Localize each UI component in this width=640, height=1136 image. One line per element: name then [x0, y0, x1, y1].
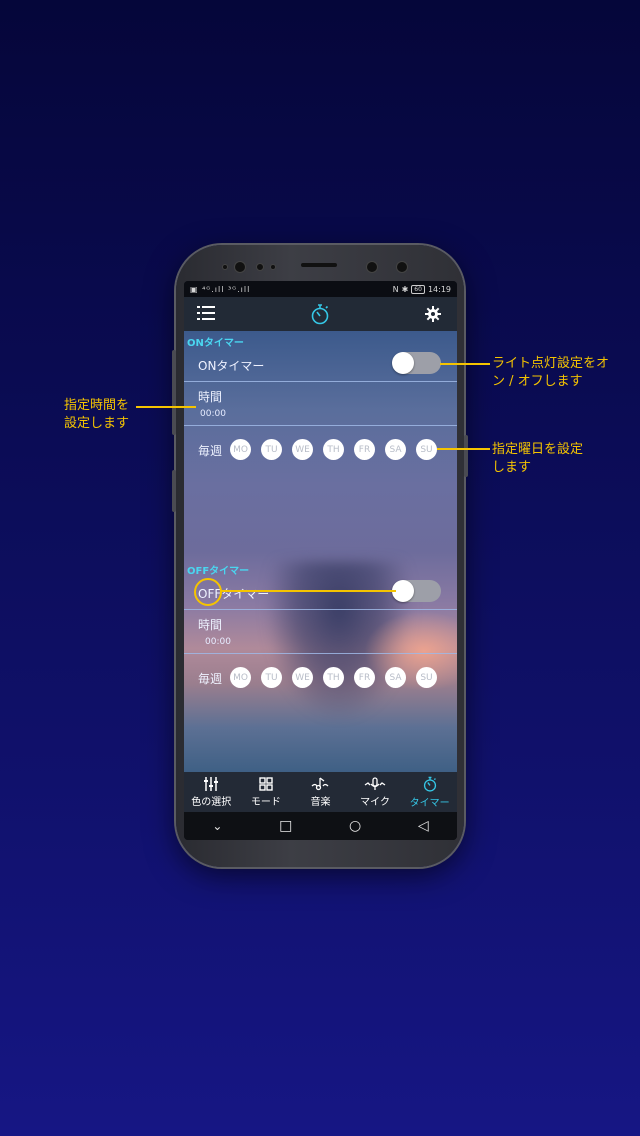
circle-home-icon[interactable]: ○	[349, 818, 361, 834]
divider	[184, 381, 457, 382]
on-timer-toggle[interactable]	[392, 352, 441, 374]
annotation-text: します	[492, 460, 532, 475]
off-timer-time-label: 時間	[198, 618, 223, 632]
annotation-line-weekday	[437, 448, 490, 450]
microphone-icon	[364, 776, 386, 790]
stopwatch-icon	[423, 776, 436, 792]
nav-color-select[interactable]: 色の選択	[184, 772, 239, 812]
signal-icons: ▣ ⁴ᴳ.ıll ³ᴳ.ıll	[190, 284, 251, 294]
status-right: N ✱ 60 14:19	[392, 284, 451, 294]
bixby-button	[172, 470, 176, 512]
annotation-line-toggle	[440, 363, 490, 365]
off-day-th[interactable]: TH	[323, 667, 344, 688]
volume-button	[172, 350, 176, 435]
sensor-dot	[256, 263, 264, 271]
on-day-su[interactable]: SU	[416, 439, 437, 460]
sensor-dot	[270, 264, 276, 270]
divider	[184, 609, 457, 610]
off-day-su[interactable]: SU	[416, 667, 437, 688]
app-bar	[184, 297, 457, 331]
list-icon[interactable]	[197, 305, 215, 321]
on-timer-day-selector: MO TU WE TH FR SA SU	[230, 439, 437, 460]
battery-icon: 60	[411, 284, 425, 294]
nav-music[interactable]: 音楽	[293, 772, 348, 812]
off-timer-weekly-label: 毎週	[198, 672, 223, 686]
annotation-text: ライト点灯設定をオ	[492, 356, 610, 371]
bottom-navigation: 色の選択 モード 音楽 マイク タイマー	[184, 772, 457, 812]
annotation-text: 指定曜日を設定	[492, 442, 584, 457]
divider	[184, 425, 457, 426]
gear-icon[interactable]	[425, 306, 441, 322]
nav-label: 色の選択	[191, 796, 232, 808]
on-day-sa[interactable]: SA	[385, 439, 406, 460]
music-icon	[312, 776, 329, 790]
nav-label: タイマー	[409, 797, 450, 809]
nfc-icon: N	[392, 284, 399, 294]
annotation-toggle: ライト点灯設定をオ ン / オフします	[492, 355, 609, 391]
off-timer-day-selector: MO TU WE TH FR SA SU	[230, 667, 437, 688]
off-timer-section-title: OFFタイマー	[187, 566, 250, 577]
toggle-knob	[392, 352, 414, 374]
on-day-fr[interactable]: FR	[354, 439, 375, 460]
annotation-line-off-toggle	[220, 590, 396, 592]
power-button	[464, 435, 468, 477]
on-timer-time-value: 00:00	[200, 409, 226, 419]
annotation-time: 指定時間を 設定します	[64, 397, 129, 433]
off-timer-time-value: 00:00	[205, 637, 231, 647]
phone-screen: ▣ ⁴ᴳ.ıll ³ᴳ.ıll N ✱ 60 14:19 ONタイマー ONタイ…	[184, 281, 457, 840]
off-day-mo[interactable]: MO	[230, 667, 251, 688]
off-day-fr[interactable]: FR	[354, 667, 375, 688]
iris-sensor	[396, 261, 408, 273]
nav-microphone[interactable]: マイク	[348, 772, 403, 812]
highlight-circle	[194, 578, 222, 606]
grid-icon	[259, 776, 273, 791]
phone-top-bezel	[176, 257, 464, 277]
status-bar: ▣ ⁴ᴳ.ıll ³ᴳ.ıll N ✱ 60 14:19	[184, 281, 457, 297]
on-day-th[interactable]: TH	[323, 439, 344, 460]
sliders-icon	[204, 776, 219, 791]
annotation-text: 設定します	[64, 416, 130, 431]
on-day-we[interactable]: WE	[292, 439, 313, 460]
on-day-tu[interactable]: TU	[261, 439, 282, 460]
nav-label: 音楽	[310, 796, 331, 808]
system-navigation-bar: ⌄ □ ○ ◁	[184, 812, 457, 840]
on-timer-weekly-label: 毎週	[198, 444, 223, 458]
square-recents-icon[interactable]: □	[279, 818, 292, 834]
bluetooth-icon: ✱	[401, 284, 409, 294]
nav-timer[interactable]: タイマー	[402, 772, 457, 812]
off-timer-toggle[interactable]	[392, 580, 441, 602]
on-timer-label: ONタイマー	[198, 359, 265, 373]
nav-mode[interactable]: モード	[239, 772, 294, 812]
divider	[184, 653, 457, 654]
on-timer-section-title: ONタイマー	[187, 338, 244, 349]
nav-label: マイク	[360, 796, 390, 808]
front-camera	[234, 261, 246, 273]
earpiece-speaker	[301, 263, 337, 267]
off-day-tu[interactable]: TU	[261, 667, 282, 688]
off-day-we[interactable]: WE	[292, 667, 313, 688]
chevron-down-icon[interactable]: ⌄	[212, 819, 222, 833]
nav-label: モード	[250, 796, 281, 808]
annotation-weekday: 指定曜日を設定 します	[492, 441, 583, 477]
annotation-text: 指定時間を	[64, 398, 130, 413]
sensor-dot	[222, 264, 228, 270]
annotation-line-time	[136, 406, 196, 408]
on-timer-time-label: 時間	[198, 390, 223, 404]
stopwatch-icon	[311, 304, 329, 325]
iris-sensor	[366, 261, 378, 273]
off-day-sa[interactable]: SA	[385, 667, 406, 688]
clock: 14:19	[427, 284, 451, 294]
on-day-mo[interactable]: MO	[230, 439, 251, 460]
triangle-back-icon[interactable]: ◁	[418, 818, 429, 834]
annotation-text: ン / オフします	[492, 374, 583, 389]
timer-content: ONタイマー ONタイマー 時間 00:00 毎週 MO TU WE TH FR…	[184, 331, 457, 772]
